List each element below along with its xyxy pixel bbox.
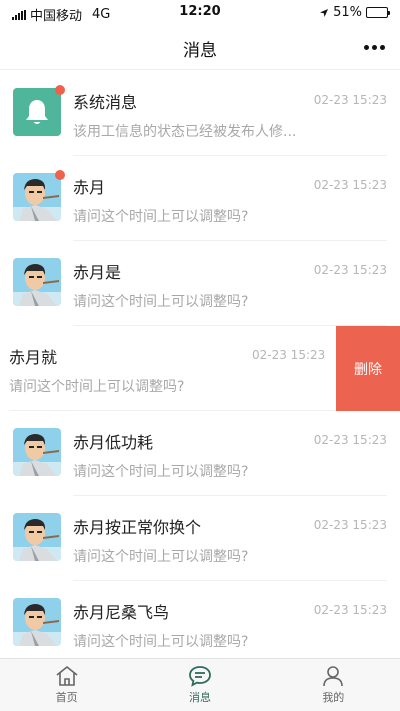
avatar	[13, 258, 61, 306]
message-preview: 请问这个时间上可以调整吗?	[73, 209, 249, 225]
more-dot-icon	[364, 44, 369, 50]
unread-dot	[55, 170, 65, 180]
message-name: 赤月按正常你换个	[73, 518, 202, 537]
message-row[interactable]: 赤月是 02-23 15:23 请问这个时间上可以调整吗?	[0, 241, 400, 326]
message-time: 02-23 15:23	[313, 433, 387, 447]
tab-home[interactable]: 首页	[0, 659, 133, 711]
message-list[interactable]: 系统消息 02-23 15:23 该用工信息的状态已经被发布人修... 赤月 0…	[0, 71, 400, 658]
row-content: 赤月按正常你换个 02-23 15:23 请问这个时间上可以调整吗?	[0, 496, 400, 581]
status-right: 51%	[319, 5, 390, 20]
message-time: 02-23 15:23	[313, 518, 387, 532]
message-preview: 请问这个时间上可以调整吗?	[9, 379, 185, 395]
message-row[interactable]: 赤月按正常你换个 02-23 15:23 请问这个时间上可以调整吗?	[0, 496, 400, 581]
message-time: 02-23 15:23	[252, 348, 326, 362]
message-preview: 请问这个时间上可以调整吗?	[73, 294, 249, 310]
unread-dot	[55, 85, 65, 95]
avatar	[13, 598, 61, 646]
message-name: 赤月尼桑飞鸟	[73, 603, 170, 622]
message-preview: 请问这个时间上可以调整吗?	[73, 549, 249, 565]
message-name: 赤月是	[73, 263, 122, 282]
tab-label: 我的	[322, 691, 345, 704]
tab-me[interactable]: 我的	[267, 659, 400, 711]
row-content: 赤月尼桑飞鸟 02-23 15:23 请问这个时间上可以调整吗?	[0, 581, 400, 658]
message-preview: 请问这个时间上可以调整吗?	[73, 634, 249, 650]
message-name: 赤月就	[9, 348, 58, 367]
message-time: 02-23 15:23	[313, 178, 387, 192]
message-time: 02-23 15:23	[313, 93, 387, 107]
tab-messages[interactable]: 消息	[133, 659, 266, 711]
avatar	[13, 173, 61, 221]
avatar	[13, 513, 61, 561]
message-time: 02-23 15:23	[313, 603, 387, 617]
message-icon	[189, 666, 211, 687]
row-content: 赤月是 02-23 15:23 请问这个时间上可以调整吗?	[0, 241, 400, 326]
message-preview: 该用工信息的状态已经被发布人修...	[73, 124, 297, 140]
battery-icon	[366, 7, 390, 18]
row-content: 系统消息 02-23 15:23 该用工信息的状态已经被发布人修...	[0, 71, 400, 156]
delete-button[interactable]: 删除	[336, 326, 400, 411]
tab-bar: 首页 消息 我的	[0, 658, 400, 711]
message-row-system[interactable]: 系统消息 02-23 15:23 该用工信息的状态已经被发布人修...	[0, 71, 400, 156]
more-dot-icon	[372, 44, 377, 50]
row-content: 赤月低功耗 02-23 15:23 请问这个时间上可以调整吗?	[0, 411, 400, 496]
message-name: 赤月	[73, 178, 106, 197]
location-icon	[320, 8, 329, 17]
message-row[interactable]: 赤月低功耗 02-23 15:23 请问这个时间上可以调整吗?	[0, 411, 400, 496]
row-content: 赤月 02-23 15:23 请问这个时间上可以调整吗?	[0, 156, 400, 241]
more-dot-icon	[380, 44, 385, 50]
message-row[interactable]: 赤月尼桑飞鸟 02-23 15:23 请问这个时间上可以调整吗?	[0, 581, 400, 658]
message-name: 系统消息	[73, 93, 138, 112]
more-button[interactable]	[364, 42, 388, 52]
status-bar: 中国移动 4G 12:20 51%	[0, 0, 400, 24]
tab-label: 消息	[188, 691, 211, 704]
battery-label: 51%	[333, 5, 362, 20]
message-row[interactable]: 赤月 02-23 15:23 请问这个时间上可以调整吗?	[0, 156, 400, 241]
nav-bar: 消息	[0, 24, 400, 70]
home-icon	[56, 666, 78, 686]
person-icon	[323, 666, 344, 687]
message-name: 赤月低功耗	[73, 433, 154, 452]
tab-label: 首页	[55, 691, 78, 704]
avatar	[13, 428, 61, 476]
page-title: 消息	[183, 41, 217, 61]
message-row-swiped[interactable]: 赤月就 02-23 15:23 请问这个时间上可以调整吗? 删除	[0, 326, 400, 411]
system-bell-icon	[13, 88, 61, 136]
message-time: 02-23 15:23	[313, 263, 387, 277]
row-content: 赤月就 02-23 15:23 请问这个时间上可以调整吗?	[0, 326, 336, 411]
message-preview: 请问这个时间上可以调整吗?	[73, 464, 249, 480]
